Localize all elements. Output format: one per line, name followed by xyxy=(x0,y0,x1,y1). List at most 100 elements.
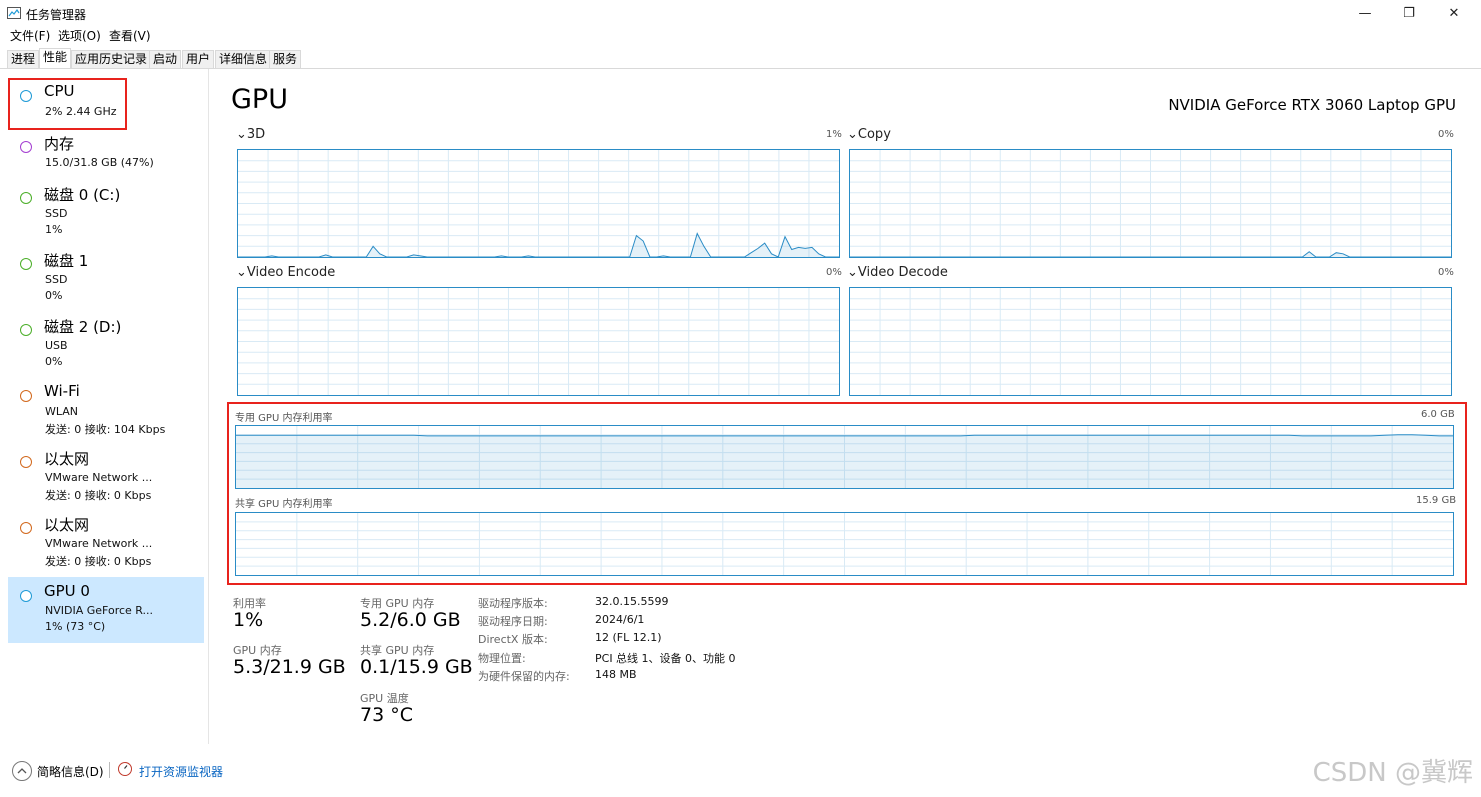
directx-value: 12 (FL 12.1) xyxy=(595,631,662,644)
menu-file[interactable]: 文件(F) xyxy=(10,27,50,44)
tab-processes[interactable]: 进程 xyxy=(7,50,40,68)
open-resource-monitor-link[interactable]: 打开资源监视器 xyxy=(139,763,223,780)
graph-label-text: Video Decode xyxy=(857,265,948,280)
sidebar-item-ethernet-1[interactable]: 以太网 VMware Network ... 发送: 0 接收: 0 Kbps xyxy=(8,443,204,507)
graph-label-3d[interactable]: ⌄3D xyxy=(236,127,265,142)
page-title: GPU xyxy=(231,84,288,115)
utilization-value: 1% xyxy=(233,609,264,631)
close-button[interactable]: ✕ xyxy=(1444,4,1464,24)
reserved-mem-key: 为硬件保留的内存: xyxy=(478,670,570,683)
graph-dedicated-memory-svg xyxy=(236,426,1453,488)
resource-monitor-icon xyxy=(118,762,132,776)
graph-shared-memory-svg xyxy=(236,513,1453,575)
task-manager-icon xyxy=(7,7,21,19)
sidebar-item-value: 发送: 0 接收: 0 Kbps xyxy=(45,489,152,502)
fewer-details-link[interactable]: 简略信息(D) xyxy=(37,763,104,780)
network-status-circle-icon xyxy=(20,390,32,402)
chevron-up-icon[interactable] xyxy=(12,761,32,781)
physical-location-key: 物理位置: xyxy=(478,652,526,665)
sidebar-item-title: Wi-Fi xyxy=(44,382,80,400)
sidebar-item-title: 内存 xyxy=(44,135,75,153)
gpu-mem-stat-value: 5.3/21.9 GB xyxy=(233,656,346,678)
driver-version-value: 32.0.15.5599 xyxy=(595,595,669,608)
sidebar-item-title: GPU 0 xyxy=(44,582,90,600)
tab-users[interactable]: 用户 xyxy=(182,50,215,68)
sidebar-item-disk1[interactable]: 磁盘 1 SSD 0% xyxy=(8,245,204,309)
divider xyxy=(109,762,110,778)
tab-bar: 进程 性能 应用历史记录 启动 用户 详细信息 服务 xyxy=(0,48,1481,69)
sidebar-item-subtitle: VMware Network ... xyxy=(45,537,153,550)
graph-video-encode xyxy=(237,287,840,396)
maximize-button[interactable]: ❐ xyxy=(1399,4,1419,24)
sidebar: CPU 2% 2.44 GHz 内存 15.0/31.8 GB (47%) 磁盘… xyxy=(0,69,209,744)
device-name: NVIDIA GeForce RTX 3060 Laptop GPU xyxy=(1168,96,1456,114)
tab-services[interactable]: 服务 xyxy=(269,50,302,68)
bottom-bar: 简略信息(D) 打开资源监视器 xyxy=(0,752,1481,792)
sidebar-item-title: 磁盘 0 (C:) xyxy=(44,186,121,204)
sidebar-item-gpu0[interactable]: GPU 0 NVIDIA GeForce R... 1% (73 °C) xyxy=(8,577,204,643)
directx-key: DirectX 版本: xyxy=(478,633,548,646)
title-bar: 任务管理器 — ❐ ✕ xyxy=(0,0,1481,28)
graph-pct-copy: 0% xyxy=(1438,129,1454,140)
graph-pct-video-decode: 0% xyxy=(1438,267,1454,278)
watermark: CSDN @冀辉 xyxy=(1312,758,1473,788)
graph-3d-svg xyxy=(238,150,839,257)
tab-app-history[interactable]: 应用历史记录 xyxy=(71,50,152,68)
disk-status-circle-icon xyxy=(20,258,32,270)
dedicated-mem-max: 6.0 GB xyxy=(1421,409,1455,420)
graph-label-video-encode[interactable]: ⌄Video Encode xyxy=(236,265,335,280)
graph-label-text: 3D xyxy=(246,127,266,142)
dedicated-mem-label: 专用 GPU 内存利用率 xyxy=(235,413,333,424)
gpu-status-circle-icon xyxy=(20,590,32,602)
graph-video-encode-svg xyxy=(238,288,839,395)
window-title: 任务管理器 xyxy=(26,8,87,22)
driver-date-key: 驱动程序日期: xyxy=(478,615,548,628)
sidebar-item-value: 0% xyxy=(45,355,63,368)
dedicated-mem-stat-value: 5.2/6.0 GB xyxy=(360,609,461,631)
tab-performance[interactable]: 性能 xyxy=(39,48,72,68)
disk-status-circle-icon xyxy=(20,324,32,336)
sidebar-item-subtitle: USB xyxy=(45,339,68,352)
sidebar-item-value: 1% (73 °C) xyxy=(45,620,106,633)
graph-3d xyxy=(237,149,840,258)
gpu-temp-value: 73 °C xyxy=(360,704,413,726)
menu-view[interactable]: 查看(V) xyxy=(109,27,151,44)
sidebar-item-wifi[interactable]: Wi-Fi WLAN 发送: 0 接收: 104 Kbps xyxy=(8,377,204,441)
sidebar-item-value: 发送: 0 接收: 0 Kbps xyxy=(45,555,152,568)
sidebar-item-title: 以太网 xyxy=(44,516,90,534)
menu-options[interactable]: 选项(O) xyxy=(58,27,101,44)
sidebar-item-disk0[interactable]: 磁盘 0 (C:) SSD 1% xyxy=(8,179,204,243)
tab-details[interactable]: 详细信息 xyxy=(215,50,272,68)
minimize-button[interactable]: — xyxy=(1355,4,1375,24)
sidebar-item-subtitle: 15.0/31.8 GB (47%) xyxy=(45,156,154,169)
memory-status-circle-icon xyxy=(20,141,32,153)
graph-label-copy[interactable]: ⌄Copy xyxy=(847,127,891,142)
sidebar-item-title: 以太网 xyxy=(44,450,90,468)
graph-shared-memory xyxy=(235,512,1454,576)
sidebar-item-subtitle: NVIDIA GeForce R... xyxy=(45,604,154,617)
tab-startup[interactable]: 启动 xyxy=(149,50,182,68)
sidebar-item-subtitle: SSD xyxy=(45,207,68,220)
highlight-box-cpu xyxy=(8,78,127,130)
sidebar-item-subtitle: SSD xyxy=(45,273,68,286)
sidebar-item-title: 磁盘 1 xyxy=(44,252,89,270)
network-status-circle-icon xyxy=(20,522,32,534)
graph-copy-svg xyxy=(850,150,1451,257)
graph-video-decode xyxy=(849,287,1452,396)
shared-mem-label: 共享 GPU 内存利用率 xyxy=(235,499,333,510)
reserved-mem-value: 148 MB xyxy=(595,668,637,681)
series-area xyxy=(236,434,1453,488)
sidebar-item-value: 1% xyxy=(45,223,63,236)
graph-pct-video-encode: 0% xyxy=(826,267,842,278)
graph-video-decode-svg xyxy=(850,288,1451,395)
driver-date-value: 2024/6/1 xyxy=(595,613,645,626)
sidebar-item-disk2[interactable]: 磁盘 2 (D:) USB 0% xyxy=(8,311,204,375)
sidebar-item-value: 发送: 0 接收: 104 Kbps xyxy=(45,423,166,436)
sidebar-item-value: 0% xyxy=(45,289,63,302)
driver-version-key: 驱动程序版本: xyxy=(478,597,548,610)
graph-label-text: Copy xyxy=(857,127,891,142)
sidebar-item-ethernet-2[interactable]: 以太网 VMware Network ... 发送: 0 接收: 0 Kbps xyxy=(8,509,204,573)
graph-label-text: Video Encode xyxy=(246,265,336,280)
graph-label-video-decode[interactable]: ⌄Video Decode xyxy=(847,265,948,280)
graph-dedicated-memory xyxy=(235,425,1454,489)
